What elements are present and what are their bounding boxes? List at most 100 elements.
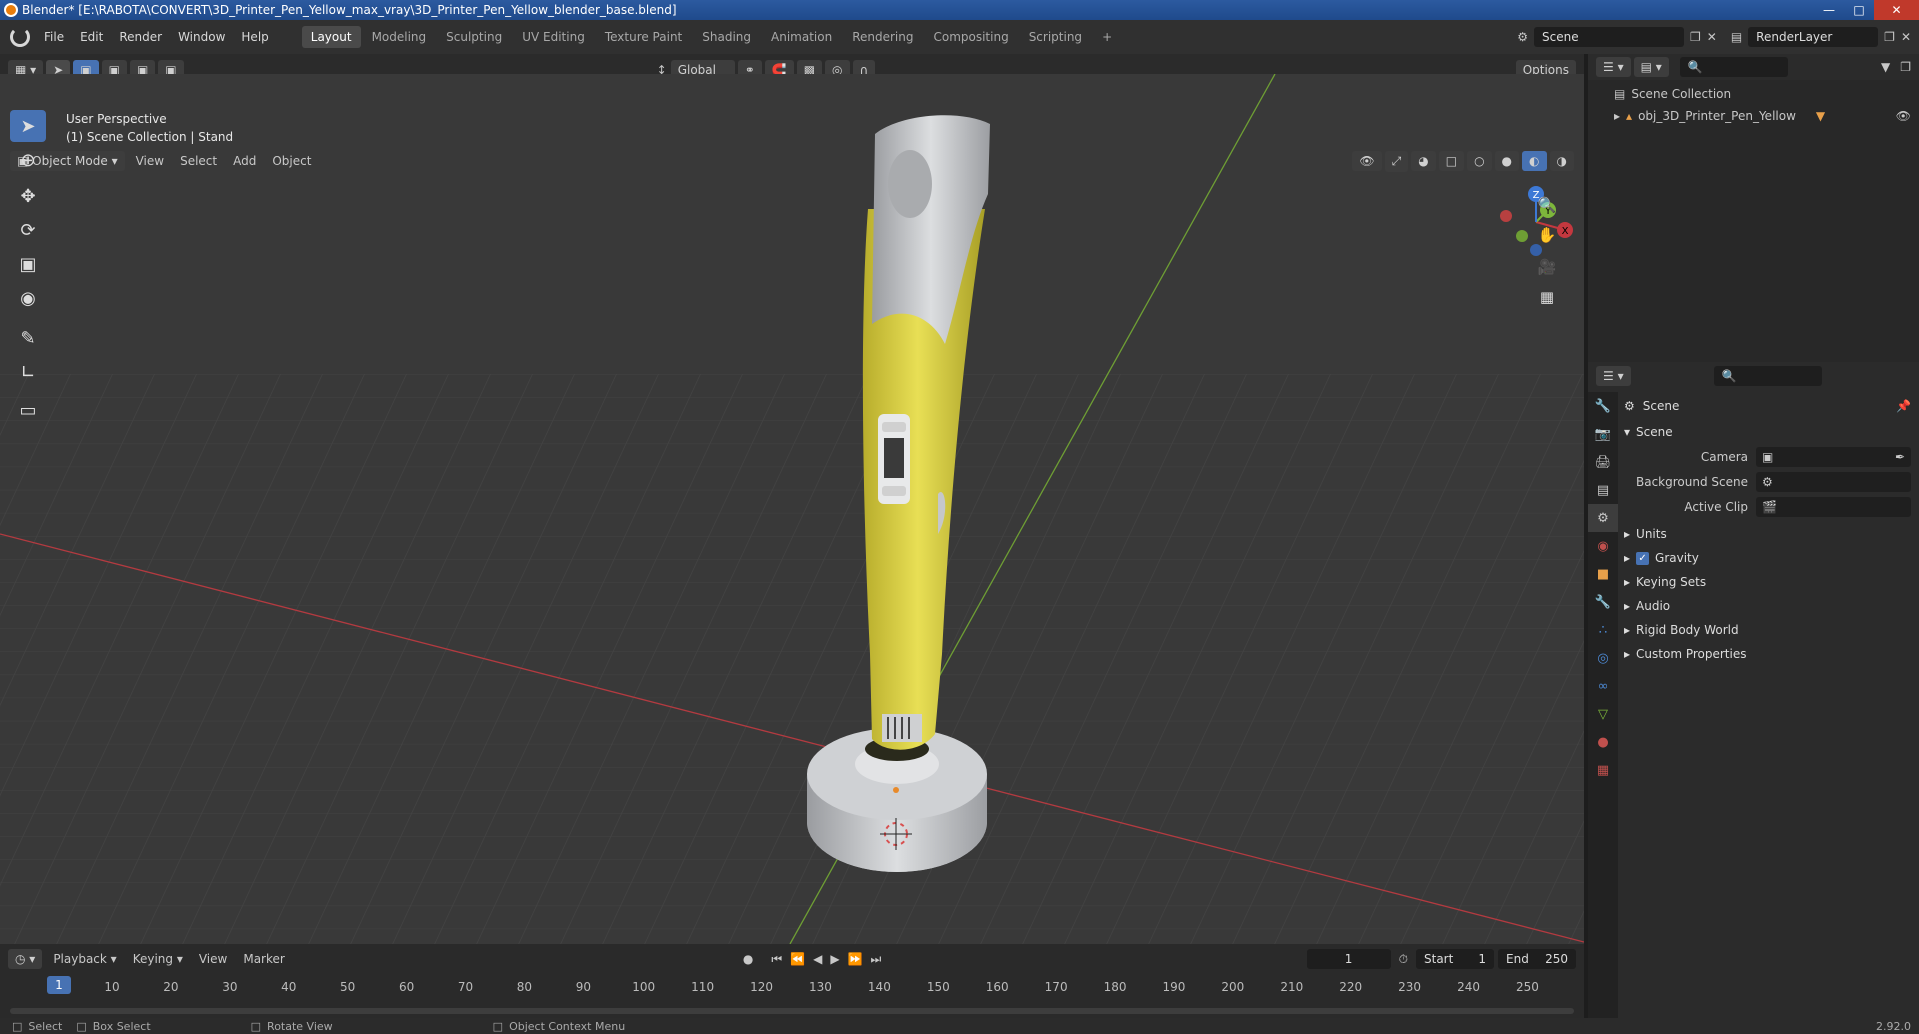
particles-tab-icon[interactable]: ∴ [1588, 616, 1618, 644]
scene-panel-header[interactable]: ▾ Scene [1624, 420, 1911, 444]
workspace-tab-uv-editing[interactable]: UV Editing [513, 26, 594, 48]
new-render-layer-icon[interactable]: ❐ [1884, 30, 1895, 44]
workspace-tab-scripting[interactable]: Scripting [1020, 26, 1091, 48]
pen-stand-base[interactable] [807, 728, 987, 872]
close-icon[interactable]: ✕ [1874, 0, 1919, 20]
visibility-eye-icon[interactable]: 👁 [1896, 109, 1911, 123]
camera-field[interactable]: ▣ ✒ [1756, 447, 1911, 467]
cursor-tool[interactable]: ⊕ [10, 144, 46, 176]
viewport-menu-select[interactable]: Select [172, 154, 225, 168]
xray-icon[interactable]: □ [1438, 151, 1465, 171]
add-workspace-icon[interactable]: + [1093, 26, 1121, 48]
blender-menu-icon[interactable] [10, 27, 30, 47]
properties-panel: ☰ ▾ 🔍 🔧 📷 🖨 ▤ ⚙ ◉ ■ 🔧 ∴ ◎ ∞ ▽ ● ▦ ⚙ Scen… [1588, 362, 1919, 1018]
workspace-tab-texture-paint[interactable]: Texture Paint [596, 26, 691, 48]
transform-tool[interactable]: ◉ [10, 282, 46, 314]
3d-viewport[interactable]: X Y Z ▣ Object Mode ▾ View Select Add Ob… [0, 74, 1584, 944]
workspace-tab-animation[interactable]: Animation [762, 26, 841, 48]
camera-row: Camera ▣ ✒ [1624, 446, 1911, 468]
solid-shading-icon[interactable]: ● [1494, 151, 1520, 171]
viewport-menu-view[interactable]: View [128, 154, 172, 168]
view-layer-tab-icon[interactable]: ▤ [1588, 476, 1618, 504]
add-cube-tool[interactable]: ▭ [10, 394, 46, 426]
gravity-subpanel[interactable]: ▸ ✓ Gravity [1624, 546, 1911, 570]
custom-properties-subpanel[interactable]: ▸ Custom Properties [1624, 642, 1911, 666]
outliner-search-input[interactable]: 🔍 [1679, 57, 1788, 77]
world-tab-icon[interactable]: ◉ [1588, 532, 1618, 560]
properties-editor-type-icon[interactable]: ☰ ▾ [1596, 366, 1631, 386]
menu-help[interactable]: Help [233, 30, 276, 44]
pan-hand-icon[interactable]: ✋ [1534, 222, 1560, 248]
pin-icon[interactable]: 📌 [1896, 399, 1911, 413]
menu-render[interactable]: Render [111, 30, 170, 44]
workspace-tab-sculpting[interactable]: Sculpting [437, 26, 511, 48]
physics-tab-icon[interactable]: ◎ [1588, 644, 1618, 672]
workspace-tab-shading[interactable]: Shading [693, 26, 760, 48]
material-shading-icon[interactable]: ◐ [1522, 151, 1547, 171]
rotate-tool[interactable]: ⟳ [10, 214, 46, 246]
workspace-tab-compositing[interactable]: Compositing [924, 26, 1017, 48]
audio-subpanel[interactable]: ▸ Audio [1624, 594, 1911, 618]
outliner-row-object[interactable]: ▸ ▴ obj_3D_Printer_Pen_Yellow ▼ 👁 [1588, 104, 1919, 126]
viewport-menu-object[interactable]: Object [264, 154, 319, 168]
menu-file[interactable]: File [36, 30, 72, 44]
scene-field[interactable]: Scene [1534, 27, 1684, 47]
camera-view-icon[interactable]: 🎥 [1534, 254, 1560, 280]
render-tab-icon[interactable]: 📷 [1588, 420, 1618, 448]
scene-icon[interactable]: ⚙ [1517, 30, 1528, 44]
workspace-tab-layout[interactable]: Layout [301, 26, 361, 48]
outliner-editor-type-icon[interactable]: ☰ ▾ [1596, 57, 1631, 77]
panel-expand-icon[interactable]: ▾ [1624, 425, 1630, 439]
overlay-toggle-icon[interactable]: ◕ [1411, 151, 1436, 171]
outliner-panel: ☰ ▾ ▤ ▾ 🔍 ▼ ❐ ▤ Scene Collection ▸ ▴ obj… [1588, 54, 1919, 362]
render-layer-icon[interactable]: ▤ [1731, 30, 1742, 44]
menu-window[interactable]: Window [170, 30, 233, 44]
filter-icon[interactable]: ▼ [1881, 60, 1890, 74]
gizmo-toggle-icon[interactable]: ⤢ [1384, 150, 1409, 172]
eyedropper-icon[interactable]: ✒ [1895, 450, 1905, 464]
new-scene-icon[interactable]: ❐ [1690, 30, 1701, 44]
units-subpanel[interactable]: ▸ Units [1624, 522, 1911, 546]
keying-sets-subpanel[interactable]: ▸ Keying Sets [1624, 570, 1911, 594]
select-box-tool[interactable]: ➤ [10, 110, 46, 142]
tool-tab-icon[interactable]: 🔧 [1588, 392, 1618, 420]
move-tool[interactable]: ✥ [10, 180, 46, 212]
new-collection-icon[interactable]: ❐ [1900, 60, 1911, 74]
timeline-scrollbar[interactable] [10, 1008, 1574, 1014]
object-tab-icon[interactable]: ■ [1588, 560, 1618, 588]
texture-tab-icon[interactable]: ▦ [1588, 756, 1618, 784]
workspace-tab-modeling[interactable]: Modeling [363, 26, 436, 48]
timeline-ruler[interactable]: 1102030405060708090100110120130140150160… [0, 944, 1584, 1018]
data-tab-icon[interactable]: ▽ [1588, 700, 1618, 728]
measure-tool[interactable]: ∟ [10, 356, 46, 388]
viewport-menu-add[interactable]: Add [225, 154, 264, 168]
minimize-icon[interactable]: — [1814, 0, 1844, 20]
scale-tool[interactable]: ▣ [10, 248, 46, 280]
maximize-icon[interactable]: □ [1844, 0, 1874, 20]
annotate-tool[interactable]: ✎ [10, 322, 46, 354]
zoom-icon[interactable]: 🔍 [1534, 192, 1560, 218]
properties-search-input[interactable]: 🔍 [1713, 366, 1822, 386]
visibility-icon[interactable]: 👁 [1352, 151, 1382, 171]
menu-edit[interactable]: Edit [72, 30, 111, 44]
output-tab-icon[interactable]: 🖨 [1588, 448, 1618, 476]
material-tab-icon[interactable]: ● [1588, 728, 1618, 756]
active-clip-field[interactable]: 🎬 [1756, 497, 1911, 517]
playhead[interactable]: 1 [47, 976, 71, 994]
render-layer-field[interactable]: RenderLayer [1748, 27, 1879, 47]
rigid-body-world-subpanel[interactable]: ▸ Rigid Body World [1624, 618, 1911, 642]
wireframe-shading-icon[interactable]: ○ [1467, 151, 1492, 171]
outliner-display-mode-icon[interactable]: ▤ ▾ [1633, 57, 1669, 77]
expand-arrow-icon[interactable]: ▸ [1614, 109, 1620, 123]
constraints-tab-icon[interactable]: ∞ [1588, 672, 1618, 700]
gravity-checkbox[interactable]: ✓ [1636, 551, 1650, 565]
workspace-tab-rendering[interactable]: Rendering [843, 26, 922, 48]
ortho-toggle-icon[interactable]: ▦ [1534, 284, 1560, 310]
modifier-tab-icon[interactable]: 🔧 [1588, 588, 1618, 616]
outliner-row-scene-collection[interactable]: ▤ Scene Collection [1588, 80, 1919, 102]
background-scene-field[interactable]: ⚙ [1756, 472, 1911, 492]
delete-render-layer-icon[interactable]: ✕ [1901, 30, 1911, 44]
rendered-shading-icon[interactable]: ◑ [1549, 151, 1574, 171]
scene-tab-icon[interactable]: ⚙ [1588, 504, 1618, 532]
delete-scene-icon[interactable]: ✕ [1707, 30, 1717, 44]
